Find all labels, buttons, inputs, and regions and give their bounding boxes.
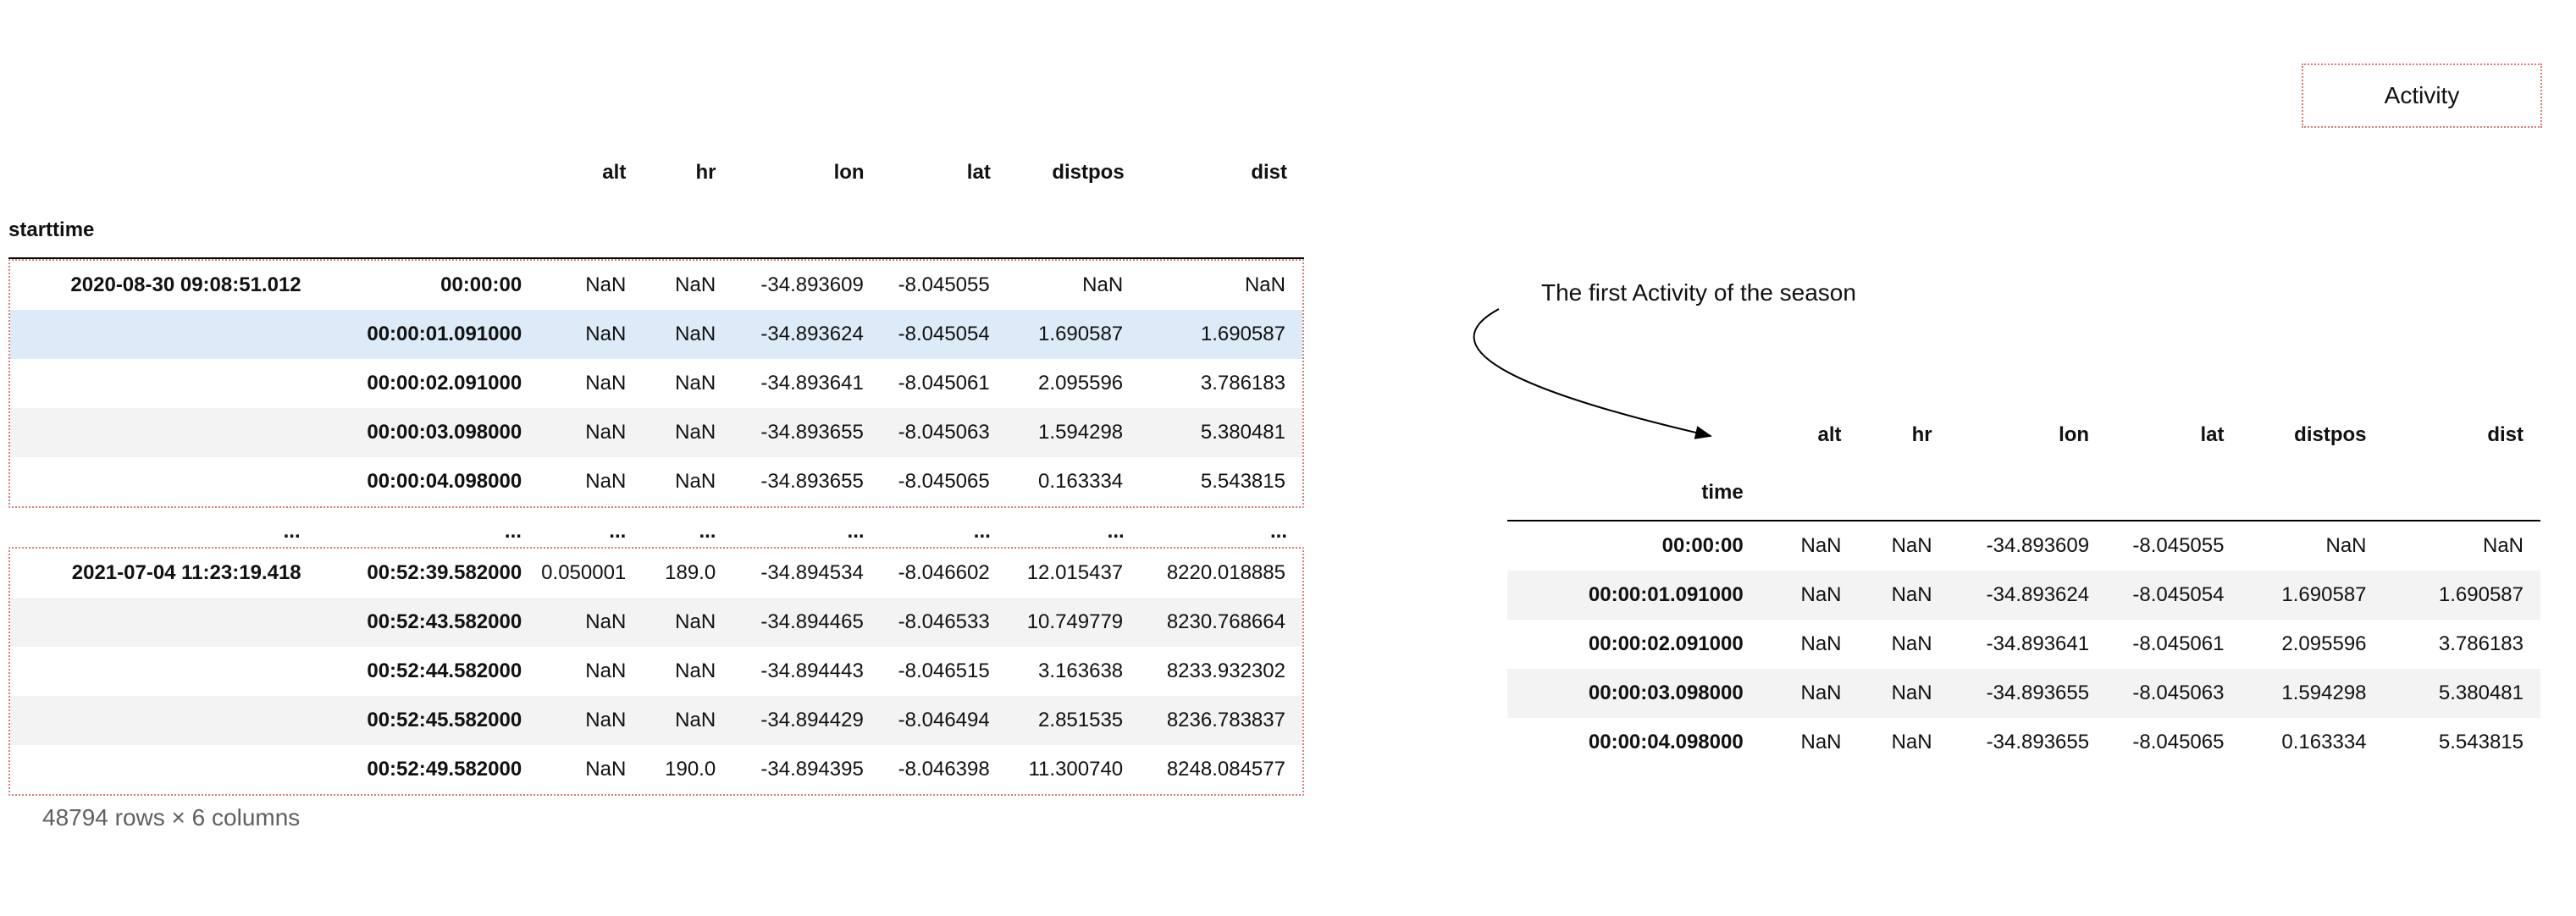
table-row: 00:00:04.098000 NaN NaN -34.893655 -8.04… (1507, 718, 2540, 767)
r-col-lon: lon (1949, 423, 2106, 447)
col-hr: hr (643, 161, 732, 185)
idx-time: time (53, 218, 94, 242)
dataframe-shape-footer: 48794 rows × 6 columns (42, 804, 1304, 831)
left-columns-header: alt hr lon lat distpos dist (8, 161, 1304, 185)
table-row: 00:00:02.091000 NaN NaN -34.893641 -8.04… (1507, 620, 2540, 669)
right-dataframe: alt hr lon lat distpos dist time 00:00:0… (1507, 423, 2540, 767)
table-row: 00:52:44.582000 NaN NaN -34.894443 -8.04… (10, 647, 1302, 696)
activity-label: Activity (2385, 82, 2460, 109)
r-col-lat: lat (2106, 423, 2241, 447)
table-row: 00:00:01.091000 NaN NaN -34.893624 -8.04… (1507, 571, 2540, 620)
activity-badge: Activity (2302, 63, 2542, 128)
table-row: 2021-07-04 11:23:19.418 00:52:39.582000 … (10, 549, 1302, 598)
table-row: 00:00:00 NaN NaN -34.893609 -8.045055 Na… (1507, 521, 2540, 571)
block2-box: 2021-07-04 11:23:19.418 00:52:39.582000 … (8, 547, 1304, 796)
col-lat: lat (882, 161, 1008, 185)
block1-box: 2020-08-30 09:08:51.012 00:00:00 NaN NaN… (8, 259, 1304, 508)
r-col-dist: dist (2384, 423, 2540, 447)
table-row: 00:00:03.098000 NaN NaN -34.893655 -8.04… (1507, 669, 2540, 718)
r-idx-time: time (1507, 481, 1761, 505)
col-alt: alt (539, 161, 643, 185)
table-row: 00:52:45.582000 NaN NaN -34.894429 -8.04… (10, 696, 1302, 745)
r-col-alt: alt (1761, 423, 1859, 447)
table-row: 00:52:49.582000 NaN 190.0 -34.894395 -8.… (10, 745, 1302, 794)
r-col-hr: hr (1859, 423, 1949, 447)
annotation-text: The first Activity of the season (1541, 279, 1856, 306)
left-dataframe: alt hr lon lat distpos dist start time 2… (8, 161, 1304, 831)
col-dist: dist (1142, 161, 1304, 185)
table-row: 00:00:02.091000 NaN NaN -34.893641 -8.04… (10, 359, 1302, 408)
right-columns-header: alt hr lon lat distpos dist (1507, 423, 2540, 447)
col-distpos: distpos (1008, 161, 1142, 185)
right-index-header: time (1507, 447, 2540, 521)
table-row: 00:52:43.582000 NaN NaN -34.894465 -8.04… (10, 598, 1302, 647)
left-index-header: start time (8, 185, 1304, 259)
table-row: 00:00:04.098000 NaN NaN -34.893655 -8.04… (10, 457, 1302, 506)
table-row: 00:00:01.091000 NaN NaN -34.893624 -8.04… (10, 310, 1302, 359)
idx-start: start (8, 218, 53, 242)
r-col-distpos: distpos (2241, 423, 2383, 447)
diagram-canvas: Activity The first Activity of the seaso… (0, 0, 2576, 916)
table-row: 00:00:03.098000 NaN NaN -34.893655 -8.04… (10, 408, 1302, 457)
table-row: 2020-08-30 09:08:51.012 00:00:00 NaN NaN… (10, 261, 1302, 310)
col-lon: lon (732, 161, 881, 185)
ellipsis-row: ... ... ... ... ... ... ... ... (8, 516, 1304, 547)
